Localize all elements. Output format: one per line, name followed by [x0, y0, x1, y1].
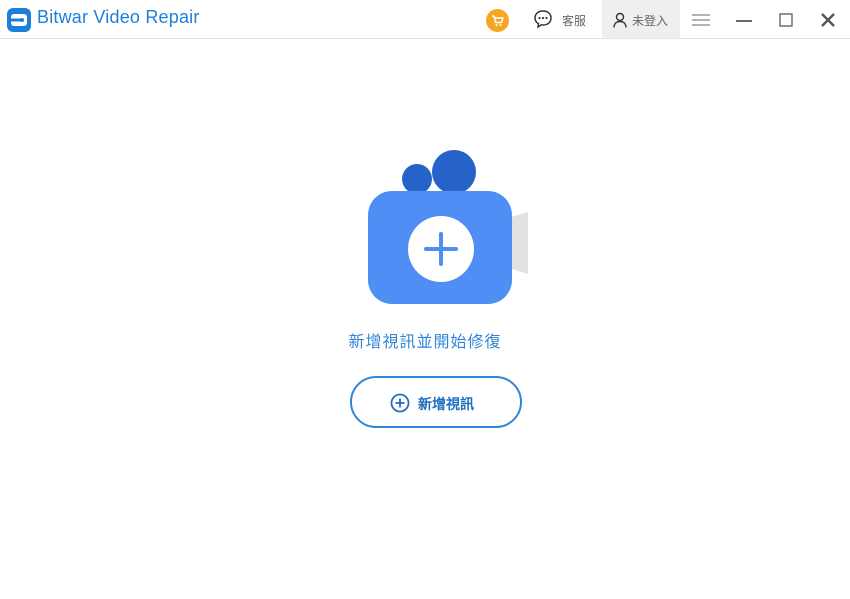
chat-bubble-icon: [534, 10, 552, 29]
add-video-prompt: 新增視訊並開始修復: [348, 332, 502, 351]
close-icon: [821, 13, 835, 27]
minimize-button[interactable]: [733, 9, 755, 31]
cart-icon: [492, 15, 504, 26]
user-icon: [613, 12, 627, 28]
support-label: 客服: [562, 14, 587, 28]
cart-button[interactable]: [486, 9, 509, 32]
hamburger-icon: [692, 14, 710, 26]
maximize-icon: [779, 13, 793, 27]
app-logo-icon: [7, 8, 31, 32]
login-label: 未登入: [632, 14, 669, 28]
plus-circle-icon: [390, 393, 410, 413]
add-video-button[interactable]: 新增視訊: [350, 376, 522, 428]
app-title: Bitwar Video Repair: [37, 7, 200, 27]
video-camera-add-icon[interactable]: [360, 148, 535, 308]
login-button[interactable]: 未登入: [602, 0, 680, 38]
add-video-button-label: 新增視訊: [418, 397, 474, 413]
title-bar: Bitwar Video Repair 客服 未登入: [0, 0, 850, 39]
minimize-icon: [736, 20, 752, 22]
maximize-button[interactable]: [775, 9, 797, 31]
close-button[interactable]: [817, 9, 839, 31]
menu-button[interactable]: [690, 9, 712, 31]
